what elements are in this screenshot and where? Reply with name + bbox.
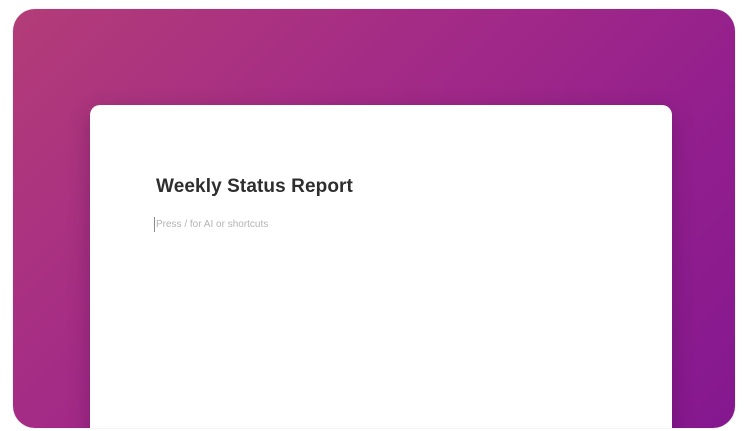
document-body-input[interactable]: Press / for AI or shortcuts — [154, 216, 268, 232]
document-title[interactable]: Weekly Status Report — [156, 176, 353, 198]
body-placeholder: Press / for AI or shortcuts — [156, 218, 269, 230]
gradient-background-frame: Weekly Status Report Press / for AI or s… — [13, 9, 735, 428]
text-cursor — [154, 216, 155, 232]
document-editor-card[interactable]: Weekly Status Report Press / for AI or s… — [90, 105, 672, 428]
